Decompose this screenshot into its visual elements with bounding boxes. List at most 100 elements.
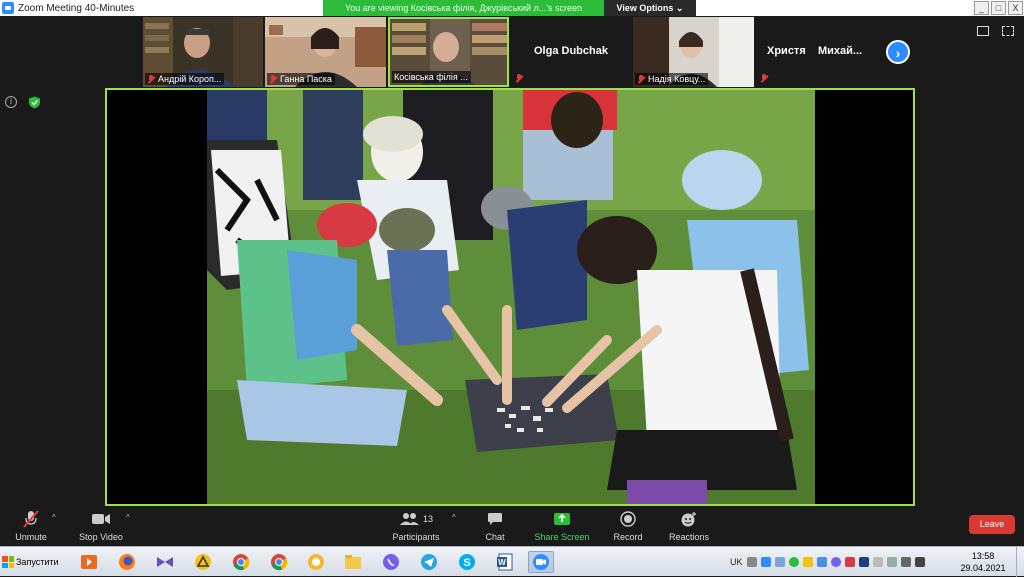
- media-player-icon[interactable]: [76, 551, 102, 573]
- next-page-arrow-icon[interactable]: ›: [886, 40, 910, 64]
- mic-muted-icon: [269, 74, 277, 84]
- chrome-icon[interactable]: [266, 551, 292, 573]
- view-options-button[interactable]: View Options ⌄: [604, 0, 696, 16]
- fullscreen-icon[interactable]: [1002, 26, 1014, 36]
- telegram-icon[interactable]: [416, 551, 442, 573]
- record-label: Record: [613, 532, 643, 542]
- clock-time: 13:58: [971, 551, 995, 561]
- mic-muted-icon: [12, 510, 50, 528]
- chevron-down-icon: ⌄: [675, 3, 684, 13]
- view-options-label: View Options: [616, 3, 674, 13]
- share-screen-label: Share Screen: [534, 532, 590, 542]
- viber-tray-icon[interactable]: [830, 557, 841, 567]
- participants-options-caret-icon[interactable]: ^: [452, 513, 456, 522]
- zoom-taskbar-icon[interactable]: [528, 551, 554, 573]
- participant-name: Надія Ковцу...: [648, 74, 706, 84]
- record-icon: [611, 510, 645, 528]
- participant-name[interactable]: Христя: [767, 45, 806, 57]
- shared-photo-image: [207, 90, 815, 504]
- participants-count: 13: [422, 514, 433, 524]
- share-screen-icon: [532, 510, 592, 528]
- speaker-icon[interactable]: [914, 557, 925, 567]
- participant-tile[interactable]: Андрій Короп...: [143, 17, 263, 87]
- warning-icon[interactable]: [802, 557, 813, 567]
- participants-icon: 13: [389, 510, 443, 528]
- maximize-button[interactable]: □: [991, 1, 1006, 15]
- signal-bars-icon[interactable]: [886, 557, 897, 567]
- stop-video-label: Stop Video: [79, 532, 123, 542]
- language-indicator[interactable]: UK: [730, 557, 743, 567]
- record-button[interactable]: Record: [611, 510, 645, 542]
- antivirus-icon[interactable]: [844, 557, 855, 567]
- file-explorer-icon[interactable]: [340, 551, 366, 573]
- update-icon[interactable]: [816, 557, 827, 567]
- start-button[interactable]: Запустити: [0, 550, 62, 574]
- participants-label: Participants: [392, 532, 440, 542]
- participant-name: Андрій Короп...: [158, 74, 222, 84]
- share-screen-button[interactable]: Share Screen: [532, 510, 592, 542]
- clock-date: 29.04.2021: [960, 563, 1006, 573]
- firefox-icon[interactable]: [114, 551, 140, 573]
- display-icon[interactable]: [872, 557, 883, 567]
- participant-name-label: Надія Ковцу...: [635, 73, 709, 85]
- security-icon[interactable]: [788, 557, 799, 567]
- leave-button[interactable]: Leave: [969, 515, 1015, 534]
- participant-tile[interactable]: Ганна Паска: [265, 17, 386, 87]
- participant-tile[interactable]: Надія Ковцу...: [633, 17, 754, 87]
- network-icon[interactable]: [774, 557, 785, 567]
- unmute-button[interactable]: Unmute: [12, 510, 50, 542]
- participant-name: Косівська філія ...: [394, 72, 468, 82]
- chat-button[interactable]: Chat: [480, 510, 510, 542]
- zoom-tray-icon[interactable]: [760, 557, 771, 567]
- window-title: Zoom Meeting 40-Minutes: [18, 2, 135, 14]
- triangle-app-icon[interactable]: [190, 551, 216, 573]
- window-controls: _ □ X: [973, 0, 1024, 16]
- system-tray: UK: [730, 547, 925, 577]
- flag-icon[interactable]: [858, 557, 869, 567]
- gallery-layout-icon[interactable]: [977, 26, 989, 36]
- mic-muted-icon: [147, 74, 155, 84]
- stop-video-button[interactable]: Stop Video: [76, 510, 126, 542]
- mic-muted-icon: [760, 74, 768, 83]
- mic-muted-icon: [515, 74, 523, 83]
- smiley-icon: [667, 510, 711, 528]
- participant-tile-active[interactable]: Косівська філія ...: [388, 17, 509, 87]
- visual-studio-icon[interactable]: [152, 551, 178, 573]
- encryption-shield-icon[interactable]: [28, 96, 41, 109]
- os-taskbar: Запустити S W UK 13:58 29.04.2021: [0, 546, 1024, 577]
- screen-share-banner: You are viewing Косівська філія, Джурівс…: [323, 0, 604, 16]
- chrome-icon[interactable]: [228, 551, 254, 573]
- skype-icon[interactable]: S: [454, 551, 480, 573]
- svg-text:W: W: [498, 558, 506, 567]
- windows-logo-icon: [2, 556, 14, 568]
- chat-bubble-icon: [480, 510, 510, 528]
- info-icon[interactable]: i: [5, 96, 17, 108]
- audio-options-caret-icon[interactable]: ^: [52, 513, 56, 522]
- participant-name[interactable]: Михай...: [818, 45, 862, 57]
- shared-screen: [105, 88, 915, 506]
- word-icon[interactable]: W: [492, 551, 518, 573]
- video-camera-icon: [76, 510, 126, 528]
- minimize-button[interactable]: _: [974, 1, 989, 15]
- svg-text:S: S: [463, 557, 470, 569]
- video-options-caret-icon[interactable]: ^: [126, 513, 130, 522]
- chromium-icon[interactable]: [303, 551, 329, 573]
- participant-gallery: Андрій Короп... Ганна Паска Косівська фі…: [0, 16, 1024, 88]
- show-desktop-button[interactable]: [1016, 547, 1024, 577]
- participant-name: Ганна Паска: [280, 74, 332, 84]
- participant-name[interactable]: Olga Dubchak: [534, 45, 608, 57]
- close-button[interactable]: X: [1008, 1, 1023, 15]
- meeting-toolbar: Unmute ^ Stop Video ^ 13 Participants ^ …: [0, 506, 1024, 546]
- battery-icon[interactable]: [900, 557, 911, 567]
- viber-icon[interactable]: [378, 551, 404, 573]
- participant-name-label: Андрій Короп...: [145, 73, 225, 85]
- unmute-label: Unmute: [15, 532, 47, 542]
- zoom-app-icon: [2, 2, 14, 14]
- participants-button[interactable]: 13 Participants: [389, 510, 443, 542]
- participant-name-label: Ганна Паска: [267, 73, 335, 85]
- participant-name-label: Косівська філія ...: [392, 71, 471, 83]
- reactions-button[interactable]: Reactions: [667, 510, 711, 542]
- keyboard-icon[interactable]: [746, 557, 757, 567]
- system-clock[interactable]: 13:58 29.04.2021: [958, 550, 1008, 574]
- chat-label: Chat: [485, 532, 505, 542]
